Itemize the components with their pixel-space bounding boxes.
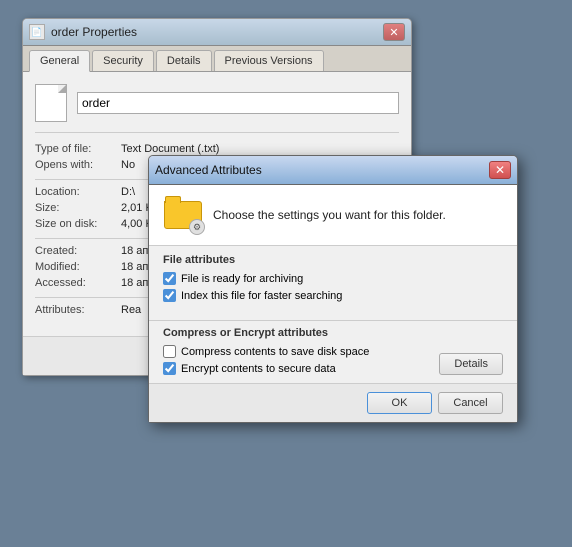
type-value: Text Document (.txt) xyxy=(121,143,399,155)
advanced-cancel-btn[interactable]: Cancel xyxy=(438,392,503,414)
compress-checkbox[interactable] xyxy=(163,345,176,358)
modified-label: Modified: xyxy=(35,261,115,273)
index-label: Index this file for faster searching xyxy=(181,290,342,302)
gear-icon: ⚙ xyxy=(189,219,205,235)
advanced-close-btn[interactable]: ✕ xyxy=(489,161,511,179)
details-btn[interactable]: Details xyxy=(439,353,503,375)
properties-title: order Properties xyxy=(51,25,137,39)
advanced-header-text: Choose the settings you want for this fo… xyxy=(213,208,503,222)
created-label: Created: xyxy=(35,245,115,257)
type-label: Type of file: xyxy=(35,143,115,155)
compress-label: Compress contents to save disk space xyxy=(181,346,369,358)
file-icon xyxy=(35,84,67,122)
accessed-label: Accessed: xyxy=(35,277,115,289)
archive-checkbox-row: File is ready for archiving xyxy=(163,272,503,285)
properties-titlebar: 📄 order Properties ✕ xyxy=(23,19,411,46)
file-attributes-section: File attributes File is ready for archiv… xyxy=(149,246,517,314)
file-name-input[interactable] xyxy=(77,92,399,114)
encrypt-label: Encrypt contents to secure data xyxy=(181,363,336,375)
tab-previous-versions[interactable]: Previous Versions xyxy=(214,50,324,71)
file-header xyxy=(35,84,399,133)
attributes-label: Attributes: xyxy=(35,304,115,316)
tab-general[interactable]: General xyxy=(29,50,90,72)
properties-close-btn[interactable]: ✕ xyxy=(383,23,405,41)
location-label: Location: xyxy=(35,186,115,198)
file-attributes-title: File attributes xyxy=(163,254,503,266)
compress-encrypt-section: Compress or Encrypt attributes Compress … xyxy=(149,327,517,383)
size-label: Size: xyxy=(35,202,115,214)
compress-section-title: Compress or Encrypt attributes xyxy=(163,327,503,339)
encrypt-checkbox-row: Encrypt contents to secure data xyxy=(163,362,369,375)
advanced-bottom-buttons: OK Cancel xyxy=(149,383,517,422)
opens-label: Opens with: xyxy=(35,159,115,171)
encrypt-checkbox[interactable] xyxy=(163,362,176,375)
advanced-attributes-dialog: Advanced Attributes ✕ ⚙ Choose the setti… xyxy=(148,155,518,423)
advanced-header: ⚙ Choose the settings you want for this … xyxy=(149,185,517,246)
size-on-disk-label: Size on disk: xyxy=(35,218,115,230)
archive-label: File is ready for archiving xyxy=(181,273,303,285)
tab-details[interactable]: Details xyxy=(156,50,212,71)
compress-checkbox-row: Compress contents to save disk space xyxy=(163,345,369,358)
tab-security[interactable]: Security xyxy=(92,50,154,71)
properties-title-icon: 📄 xyxy=(29,24,45,40)
advanced-title: Advanced Attributes xyxy=(155,163,262,177)
index-checkbox-row: Index this file for faster searching xyxy=(163,289,503,302)
properties-tabs: General Security Details Previous Versio… xyxy=(23,46,411,72)
archive-checkbox[interactable] xyxy=(163,272,176,285)
advanced-titlebar: Advanced Attributes ✕ xyxy=(149,156,517,185)
compress-row: Compress contents to save disk space Enc… xyxy=(163,345,503,379)
index-checkbox[interactable] xyxy=(163,289,176,302)
advanced-ok-btn[interactable]: OK xyxy=(367,392,432,414)
folder-settings-icon: ⚙ xyxy=(163,197,203,233)
